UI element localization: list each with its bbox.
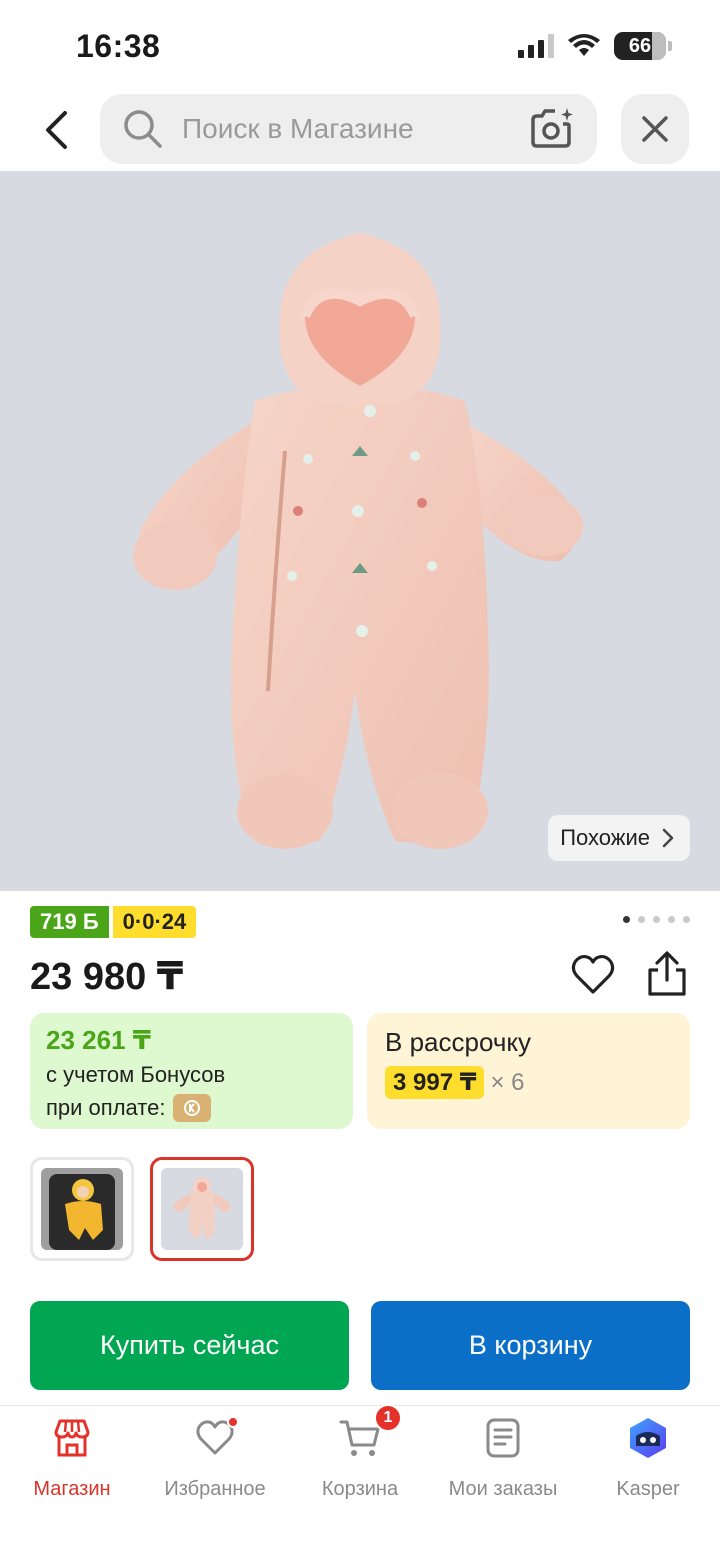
tab-label: Kasper (616, 1478, 680, 1500)
bonus-price-card[interactable]: 23 261 ₸ с учетом Бонусов при оплате: (30, 1013, 353, 1129)
product-photo (133, 233, 583, 849)
tab-label: Избранное (164, 1478, 266, 1500)
variant-thumb-yellow[interactable] (30, 1157, 134, 1261)
tab-shop[interactable]: Магазин (0, 1416, 144, 1501)
product-image-gallery[interactable]: Похожие (0, 171, 720, 891)
bonus-line-1: с учетом Бонусов (46, 1062, 226, 1087)
battery-level: 66 (628, 34, 652, 57)
orders-icon (481, 1416, 525, 1460)
bonus-price: 23 261 ₸ (46, 1025, 151, 1055)
installment-badge: 0·0·24 (112, 906, 197, 938)
camera-search-icon[interactable] (529, 106, 575, 150)
kasper-icon (626, 1416, 670, 1460)
status-bar: 16:38 66 (0, 0, 720, 92)
tab-cart[interactable]: 1 Корзина (288, 1404, 432, 1501)
product-badges: 719 Б 0·0·24 (30, 906, 197, 938)
status-icons: 66 (518, 32, 672, 60)
wifi-icon (568, 34, 600, 56)
favorite-button[interactable] (570, 952, 616, 998)
battery-indicator: 66 (614, 32, 666, 60)
installment-title: В рассрочку (385, 1027, 532, 1057)
back-button[interactable] (30, 102, 82, 158)
share-icon (648, 951, 686, 996)
variant-thumbnails (30, 1157, 254, 1261)
pager-dot (653, 916, 660, 923)
search-box[interactable] (100, 94, 597, 164)
installment-row: 3 997 ₸ × 6 (385, 1066, 672, 1099)
pager-dot (638, 916, 645, 923)
similar-label: Похожие (560, 825, 650, 850)
chevron-left-icon (46, 111, 67, 149)
similar-products-button[interactable]: Похожие (548, 815, 690, 861)
pager-dot (668, 916, 675, 923)
favorites-dot (227, 1416, 239, 1428)
tab-label: Магазин (33, 1478, 111, 1500)
product-price: 23 980 ₸ (30, 956, 184, 998)
search-icon (124, 110, 162, 148)
bottom-tab-bar: Магазин Избранное 1 Корзина Мои заказы K… (0, 1404, 720, 1558)
heart-icon (571, 954, 615, 994)
partially-hidden-text (30, 1282, 230, 1292)
tab-kasper[interactable]: Kasper (576, 1416, 720, 1501)
variant-thumb-image (41, 1168, 123, 1250)
status-time: 16:38 (76, 28, 161, 64)
search-header (0, 92, 720, 170)
heart-icon (193, 1416, 239, 1460)
gallery-pager (623, 916, 690, 923)
tab-label: Корзина (321, 1478, 399, 1500)
pager-dot (683, 916, 690, 923)
chevron-right-icon (662, 828, 674, 848)
installment-multiplier: × 6 (490, 1068, 525, 1096)
cart-count-badge: 1 (374, 1404, 402, 1432)
signal-icon (518, 34, 554, 58)
share-button[interactable] (644, 950, 690, 998)
kaspi-gold-icon (173, 1094, 212, 1122)
close-button[interactable] (621, 94, 689, 164)
pager-dot (623, 916, 630, 923)
cart-icon: 1 (338, 1404, 402, 1460)
installment-amount: 3 997 ₸ (385, 1066, 485, 1099)
tab-favorites[interactable]: Избранное (143, 1416, 287, 1501)
search-input[interactable] (182, 94, 512, 164)
variant-thumb-image (161, 1168, 243, 1250)
close-icon (642, 116, 668, 142)
add-to-cart-button[interactable]: В корзину (371, 1301, 690, 1390)
bonus-badge: 719 Б (30, 906, 109, 938)
installment-card[interactable]: В рассрочку 3 997 ₸ × 6 (367, 1013, 690, 1129)
buy-now-button[interactable]: Купить сейчас (30, 1301, 349, 1390)
tab-label: Мои заказы (448, 1478, 558, 1500)
shop-icon (50, 1416, 94, 1460)
bonus-line-2: при оплате: (46, 1094, 337, 1122)
battery-tip (668, 41, 672, 51)
variant-thumb-pink[interactable] (150, 1157, 254, 1261)
tab-orders[interactable]: Мои заказы (431, 1416, 575, 1501)
